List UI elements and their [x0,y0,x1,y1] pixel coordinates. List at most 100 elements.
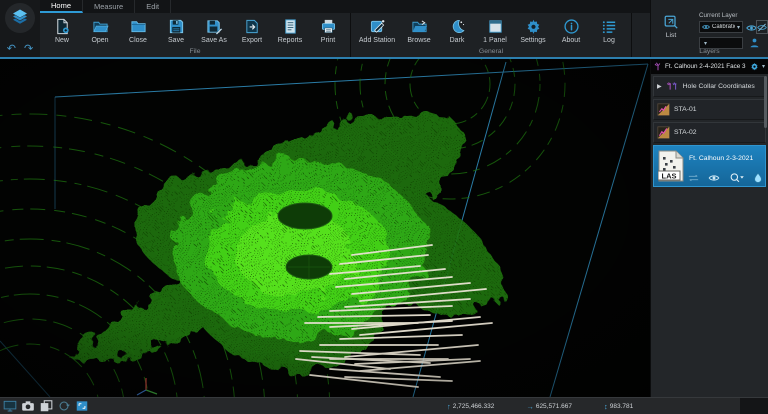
file-group-label: File [43,48,347,57]
save-as-button-label: Save As [201,37,227,44]
new-button[interactable]: New [43,18,81,44]
layer-item-sta-01[interactable]: STA-01 [653,99,766,120]
tab-edit[interactable]: Edit [135,0,171,13]
browse-button-label: Browse [407,37,430,44]
camera-icon[interactable] [21,400,35,412]
current-layer-dropdown[interactable]: Calibration 11:10 ▾ [699,21,743,33]
application-window: ↶ ↷ Home Measure Edit New Open [0,0,768,414]
save-icon [168,18,185,35]
open-folder-icon [92,18,109,35]
one-panel-button-label: 1 Panel [483,37,507,44]
list-view-icon [663,14,679,30]
app-logo[interactable] [5,3,35,33]
layer-item-label: Hole Collar Coordinates [683,83,755,90]
status-bar: ↑ 2,725,466.332 → 625,571.667 ↕ 983.781 [0,397,768,414]
layer-item-hole-collar[interactable]: ▶ Hole Collar Coordinates [653,76,766,97]
las-file-icon: LAS [658,150,684,182]
save-button[interactable]: Save [157,18,195,44]
browse-button[interactable]: Browse [400,18,438,44]
add-station-button[interactable]: Add Station [354,18,400,44]
general-group-label: General [354,48,628,57]
dark-mode-button[interactable]: Dark [438,18,476,44]
north-icon: ↑ [447,402,451,411]
cursor-coordinates: ↑ 2,725,466.332 → 625,571.667 ↕ 983.781 [447,398,665,414]
one-panel-button[interactable]: 1 Panel [476,18,514,44]
about-button[interactable]: About [552,18,590,44]
file-group: New Open Close Save [40,13,351,57]
layer-item-label: STA-02 [674,129,697,136]
layered-diamond-logo-icon [8,6,32,30]
fit-view-icon[interactable] [75,400,89,412]
coordinate-easting: → 625,571.667 [526,402,572,411]
hole-collar-icon [666,81,679,92]
layers-group-label: Layers [651,48,768,55]
chevron-down-icon: ▾ [704,40,707,47]
open-button-label: Open [91,37,108,44]
info-icon [563,18,580,35]
reports-button[interactable]: Reports [271,18,309,44]
browse-folder-icon [411,18,428,35]
elevation-value: 983.781 [610,403,634,410]
zoom-to-layer-icon[interactable] [729,172,745,183]
eye-slash-icon [757,23,767,32]
layers-panel-header[interactable]: Ft. Calhoun 2-4-2021 Face 3 - MOD ▾ [651,59,768,74]
print-button-label: Print [321,37,335,44]
coordinate-elevation: ↕ 983.781 [604,402,633,411]
copy-icon[interactable] [39,400,53,412]
print-button[interactable]: Print [309,18,347,44]
layer-item-label: STA-01 [674,106,697,113]
east-icon: → [526,402,534,411]
northing-value: 2,725,466.332 [453,403,495,410]
export-button-label: Export [242,37,262,44]
export-button[interactable]: Export [233,18,271,44]
current-layer-value: Calibration 11:10 [712,24,735,30]
station-thumbnail-icon [657,126,670,139]
toggle-all-visibility-button[interactable] [756,20,768,34]
close-folder-icon [130,18,147,35]
close-button[interactable]: Close [119,18,157,44]
orbit-icon[interactable] [57,400,71,412]
settings-button-label: Settings [520,37,545,44]
save-button-label: Save [168,37,184,44]
panel-gear-icon[interactable] [750,62,759,71]
list-button-label: List [666,32,677,39]
log-button-label: Log [603,37,615,44]
status-bar-corner [740,398,768,414]
add-station-button-label: Add Station [359,37,395,44]
las-badge: LAS [662,172,677,181]
expand-icon[interactable]: ▶ [657,83,662,90]
dark-mode-button-label: Dark [450,37,465,44]
redo-button[interactable]: ↷ [24,44,33,55]
panel-scrollbar[interactable] [764,76,767,128]
layers-panel: Ft. Calhoun 2-4-2021 Face 3 - MOD ▾ ▶ Ho… [650,59,768,397]
layer-item-las-selected[interactable]: LAS Ft. Calhoun 2-3-2021 [653,145,766,187]
elevation-icon: ↕ [604,402,608,411]
eye-icon [702,24,710,30]
panel-window-icon [487,18,504,35]
viewport-3d[interactable] [0,59,650,397]
list-button[interactable]: List [657,14,685,50]
close-button-label: Close [129,37,147,44]
undo-button[interactable]: ↶ [7,44,16,55]
new-button-label: New [55,37,69,44]
about-button-label: About [562,37,580,44]
point-cloud-scene [0,59,650,397]
chevron-down-icon: ▾ [737,24,740,31]
layer-item-sta-02[interactable]: STA-02 [653,122,766,143]
coordinate-northing: ↑ 2,725,466.332 [447,402,494,411]
log-button[interactable]: Log [590,18,628,44]
open-button[interactable]: Open [81,18,119,44]
tab-home[interactable]: Home [40,0,83,13]
layer-item-label: Ft. Calhoun 2-3-2021 [689,155,753,162]
general-group: Add Station Browse Dark 1 Panel [351,13,632,57]
tab-measure[interactable]: Measure [83,0,135,13]
settings-button[interactable]: Settings [514,18,552,44]
sync-icon[interactable] [687,174,700,182]
color-drop-icon[interactable] [753,172,763,183]
point-cloud-texture [70,115,505,371]
add-station-icon [369,18,386,35]
save-as-button[interactable]: Save As [195,18,233,44]
screen-capture-icon[interactable] [3,400,17,412]
panel-collapse-icon[interactable]: ▾ [762,63,765,70]
visibility-eye-icon[interactable] [708,174,720,182]
